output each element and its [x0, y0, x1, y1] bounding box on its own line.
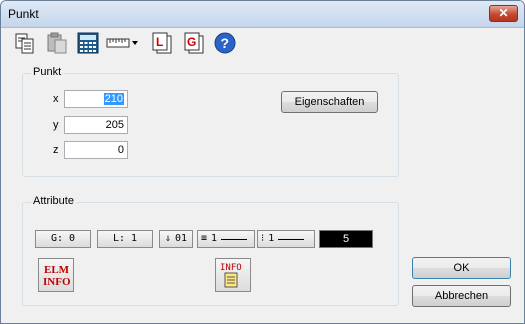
svg-text:G: G: [187, 35, 196, 49]
window-title: Punkt: [8, 7, 39, 21]
ok-button[interactable]: OK: [412, 257, 511, 279]
elm-info-text-1: ELM: [44, 264, 70, 276]
line-thickness-icon: ≡: [201, 233, 208, 244]
close-button[interactable]: ✕: [489, 5, 518, 22]
x-value: 210: [103, 93, 124, 105]
info-button[interactable]: INFO: [215, 258, 251, 292]
line-thickness-button[interactable]: ≡ 1: [197, 230, 255, 248]
group-attribute-button[interactable]: G: 0: [35, 230, 91, 248]
x-input[interactable]: 210: [64, 90, 128, 108]
help-icon[interactable]: ?: [213, 31, 237, 55]
y-label: y: [53, 119, 59, 131]
ruler-dropdown-icon[interactable]: [106, 31, 140, 55]
svg-text:?: ?: [221, 35, 230, 51]
layer-attribute-value: L: 1: [112, 233, 138, 244]
point-group-label: Punkt: [31, 66, 64, 78]
cancel-button[interactable]: Abbrechen: [412, 285, 511, 307]
line-style-value: 1: [268, 233, 275, 244]
line-thickness-value: 1: [211, 233, 218, 244]
point-style-button[interactable]: ⇓ 01: [159, 230, 193, 248]
calculator-icon[interactable]: [76, 31, 100, 55]
elm-info-icon: ELM INFO: [43, 264, 71, 288]
z-label: z: [53, 144, 59, 156]
y-input[interactable]: 205: [64, 116, 128, 134]
dialog-window: Punkt ✕ L G ? Punkt x 210 y 205 z 0 Eige…: [0, 0, 525, 324]
x-label: x: [53, 93, 59, 105]
elm-info-button[interactable]: ELM INFO: [38, 258, 74, 292]
color-button[interactable]: 5: [319, 230, 373, 248]
line-style-icon: ⁝: [261, 233, 265, 244]
layer-attribute-button[interactable]: L: 1: [97, 230, 153, 248]
point-style-icon: ⇓: [164, 233, 171, 244]
line-thickness-sample: [221, 238, 248, 240]
copy-icon[interactable]: [13, 31, 37, 55]
info-text: INFO: [220, 263, 242, 273]
point-style-value: 01: [174, 233, 188, 244]
z-input[interactable]: 0: [64, 141, 128, 159]
group-G-icon[interactable]: G: [182, 31, 206, 55]
layer-L-icon[interactable]: L: [150, 31, 174, 55]
line-style-button[interactable]: ⁝ 1: [257, 230, 315, 248]
svg-text:L: L: [156, 35, 163, 49]
line-style-sample: [278, 238, 305, 240]
attribute-group: Attribute: [22, 195, 399, 306]
properties-button[interactable]: Eigenschaften: [281, 91, 378, 113]
elm-info-text-2: INFO: [43, 276, 71, 288]
paste-icon[interactable]: [45, 31, 69, 55]
group-attribute-value: G: 0: [50, 233, 76, 244]
info-icon: INFO: [220, 263, 242, 288]
title-bar[interactable]: Punkt ✕: [1, 1, 524, 28]
attribute-group-label: Attribute: [31, 195, 76, 207]
